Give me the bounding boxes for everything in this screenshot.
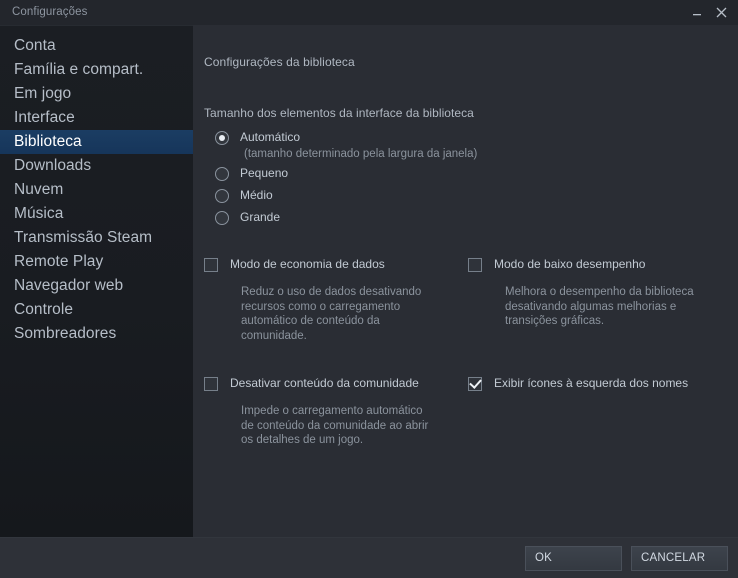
page-title: Configurações da biblioteca [204,55,355,69]
checkbox-icon-modo-economia-de-dados [204,258,218,272]
checkbox-desc-modo-economia-de-dados: Reduz o uso de dados desativando recurso… [241,286,422,342]
checkbox-label-modo-economia-de-dados: Modo de economia de dados [230,257,385,271]
radio-option-medio[interactable]: Médio [215,187,738,206]
sidebar-item-familia-e-compart[interactable]: Família e compart. [0,58,193,82]
checkbox-icon-desativar-conteudo-da-comunidade [204,377,218,391]
title-bar: Configurações [0,0,738,25]
radio-sub-automatico: (tamanho determinado pela largura da jan… [244,148,478,160]
radio-icon-automatico [215,131,229,145]
sidebar-item-interface[interactable]: Interface [0,106,193,130]
settings-sidebar: Conta Família e compart. Em jogo Interfa… [0,25,193,537]
sidebar-item-musica[interactable]: Música [0,202,193,226]
checkbox-label-exibir-icones-a-esquerda-dos-nomes: Exibir ícones à esquerda dos nomes [494,376,689,390]
checkbox-label-desativar-conteudo-da-comunidade: Desativar conteúdo da comunidade [230,376,419,390]
settings-content: Configurações da biblioteca Tamanho dos … [193,25,738,537]
library-options-grid: Modo de economia de dados Reduz o uso de… [193,228,738,448]
option-cell-modo-economia-dados: Modo de economia de dados Reduz o uso de… [204,257,468,343]
radio-label-pequeno: Pequeno [240,166,289,180]
sidebar-item-sombreadores[interactable]: Sombreadores [0,322,193,346]
sidebar-item-conta[interactable]: Conta [0,34,193,58]
sidebar-item-em-jogo[interactable]: Em jogo [0,82,193,106]
option-cell-desativar-conteudo-comunidade: Desativar conteúdo da comunidade Impede … [204,343,468,448]
dialog-footer: OK CANCELAR [0,537,738,578]
radio-option-pequeno[interactable]: Pequeno [215,165,738,184]
checkbox-label-modo-de-baixo-desempenho: Modo de baixo desempenho [494,257,646,271]
radio-text-grande: Grande [240,209,280,226]
checkbox-desc-modo-de-baixo-desempenho: Melhora o desempenho da biblioteca desat… [505,286,694,327]
option-cell-modo-baixo-desempenho: Modo de baixo desempenho Melhora o desem… [468,257,738,343]
settings-window: Configurações Conta Família e compart. E… [0,0,738,578]
radio-label-grande: Grande [240,210,281,224]
ok-button[interactable]: OK [525,545,622,571]
minimize-icon[interactable] [686,2,708,24]
sidebar-item-transmissao-steam[interactable]: Transmissão Steam [0,226,193,250]
radio-icon-medio [215,189,229,203]
radio-label-medio: Médio [240,188,273,202]
checkbox-desc-desativar-conteudo-da-comunidade: Impede o carregamento automático de cont… [241,405,429,446]
close-icon[interactable] [710,2,732,24]
window-body: Conta Família e compart. Em jogo Interfa… [0,25,738,537]
radio-icon-pequeno [215,167,229,181]
sidebar-filler [0,346,193,537]
checkbox-modo-economia-de-dados[interactable]: Modo de economia de dados [204,257,456,272]
window-title: Configurações [12,6,88,18]
cancel-button[interactable]: CANCELAR [631,545,728,571]
radio-icon-grande [215,211,229,225]
sidebar-item-nuvem[interactable]: Nuvem [0,178,193,202]
window-controls [686,0,732,25]
library-size-radio-group: Automático (tamanho determinado pela lar… [193,120,738,228]
size-section-label: Tamanho dos elementos da interface da bi… [204,106,474,120]
option-cell-exibir-icones: Exibir ícones à esquerda dos nomes [468,343,738,448]
radio-label-automatico: Automático [240,130,301,144]
checkbox-icon-modo-de-baixo-desempenho [468,258,482,272]
sidebar-item-remote-play[interactable]: Remote Play [0,250,193,274]
radio-option-automatico[interactable]: Automático (tamanho determinado pela lar… [215,129,738,162]
radio-text-pequeno: Pequeno [240,165,288,182]
sidebar-item-controle[interactable]: Controle [0,298,193,322]
checkbox-modo-de-baixo-desempenho[interactable]: Modo de baixo desempenho [468,257,726,272]
sidebar-item-navegador-web[interactable]: Navegador web [0,274,193,298]
sidebar-item-biblioteca[interactable]: Biblioteca [0,130,193,154]
sidebar-item-downloads[interactable]: Downloads [0,154,193,178]
checkbox-desativar-conteudo-da-comunidade[interactable]: Desativar conteúdo da comunidade [204,376,456,391]
radio-text-medio: Médio [240,187,273,204]
checkbox-exibir-icones-a-esquerda-dos-nomes[interactable]: Exibir ícones à esquerda dos nomes [468,376,726,391]
checkbox-icon-exibir-icones-a-esquerda-dos-nomes [468,377,482,391]
radio-option-grande[interactable]: Grande [215,209,738,228]
radio-text-automatico: Automático (tamanho determinado pela lar… [240,129,477,162]
